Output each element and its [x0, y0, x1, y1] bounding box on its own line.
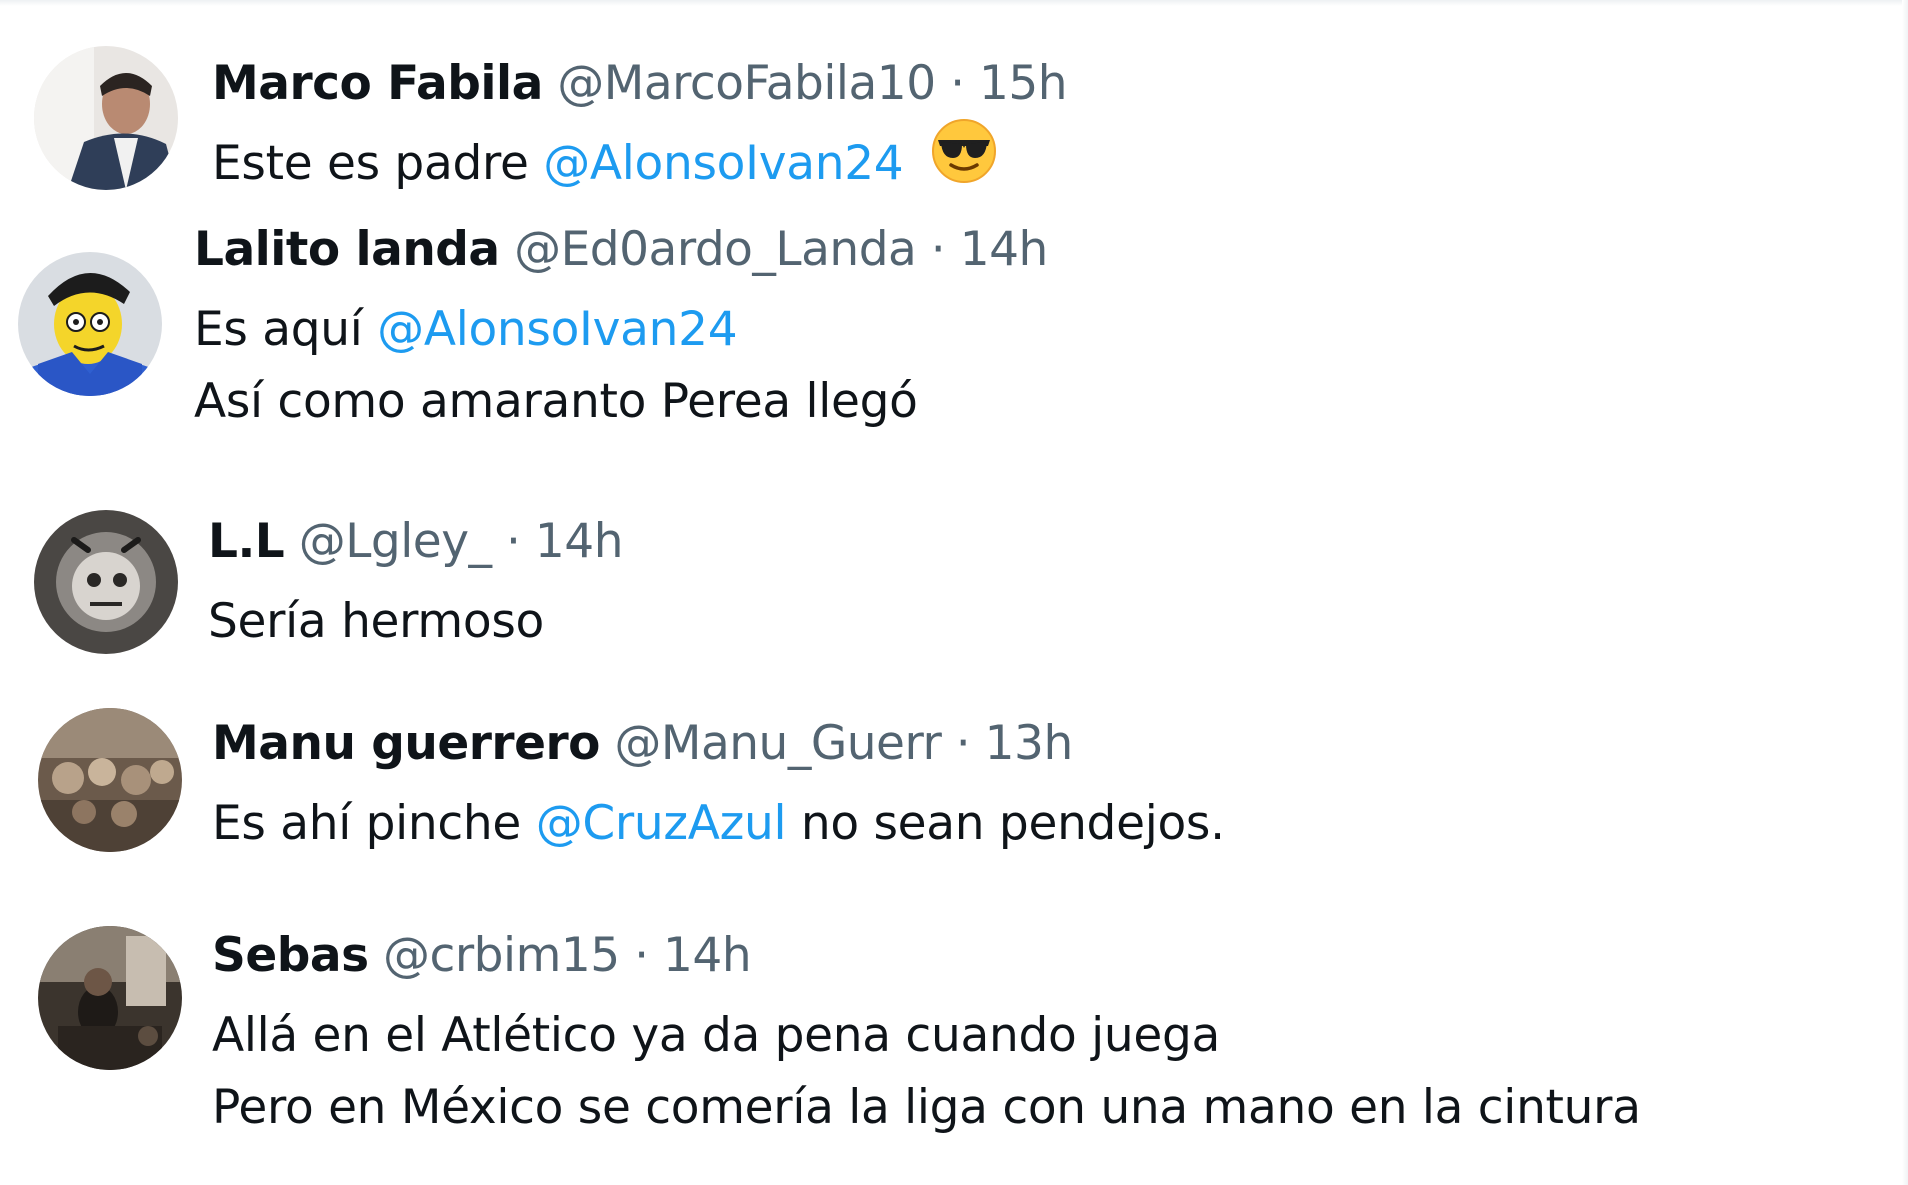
avatar[interactable] — [34, 46, 178, 190]
reply-item[interactable]: Sebas @crbim15 · 14h Allá en el Atlético… — [0, 890, 1900, 1185]
separator-dot: · — [955, 716, 971, 771]
text-segment: Este es padre — [212, 136, 544, 191]
user-handle[interactable]: @Lgley_ — [299, 514, 492, 569]
reply-text: Es aquí @AlonsoIvan24 Así como amaranto … — [194, 294, 918, 438]
avatar[interactable] — [34, 510, 178, 654]
reply-header: L.L @Lgley_ · 14h — [208, 514, 623, 570]
reply-text-line: Sería hermoso — [208, 594, 544, 649]
timestamp[interactable]: 13h — [985, 716, 1074, 771]
avatar[interactable] — [38, 926, 182, 1070]
sunglasses-emoji-icon — [931, 118, 997, 205]
reply-text-line: Allá en el Atlético ya da pena cuando ju… — [212, 1008, 1220, 1063]
reply-text-line: Es ahí pinche @CruzAzul no sean pendejos… — [212, 788, 1225, 860]
avatar[interactable] — [38, 708, 182, 852]
timestamp[interactable]: 15h — [979, 56, 1068, 111]
text-segment: no sean pendejos. — [786, 796, 1225, 851]
reply-item[interactable]: Marco Fabila @MarcoFabila10 · 15h Este e… — [0, 0, 1900, 200]
reply-text-line: Pero en México se comería la liga con un… — [212, 1080, 1641, 1135]
display-name[interactable]: Lalito landa — [194, 222, 500, 277]
user-handle[interactable]: @crbim15 — [383, 928, 620, 983]
display-name[interactable]: Marco Fabila — [212, 56, 543, 111]
reply-text-line: Así como amaranto Perea llegó — [194, 374, 918, 429]
display-name[interactable]: Manu guerrero — [212, 716, 600, 771]
reply-header: Manu guerrero @Manu_Guerr · 13h — [212, 716, 1073, 772]
reply-header: Lalito landa @Ed0ardo_Landa · 14h — [194, 222, 1048, 278]
mention-link[interactable]: @AlonsoIvan24 — [543, 136, 903, 191]
separator-dot: · — [930, 222, 946, 277]
timestamp[interactable]: 14h — [535, 514, 624, 569]
reply-text: Este es padre @AlonsoIvan24 — [212, 119, 997, 205]
reply-header: Sebas @crbim15 · 14h — [212, 928, 752, 984]
reply-header: Marco Fabila @MarcoFabila10 · 15h — [212, 56, 1068, 112]
reply-item[interactable]: Manu guerrero @Manu_Guerr · 13h Es ahí p… — [0, 680, 1900, 890]
avatar[interactable] — [18, 252, 162, 396]
user-handle[interactable]: @Ed0ardo_Landa — [514, 222, 917, 277]
reply-text: Allá en el Atlético ya da pena cuando ju… — [212, 1000, 1641, 1144]
timestamp[interactable]: 14h — [960, 222, 1049, 277]
mention-link[interactable]: @AlonsoIvan24 — [377, 302, 737, 357]
separator-dot: · — [505, 514, 521, 569]
separator-dot: · — [950, 56, 965, 111]
display-name[interactable]: L.L — [208, 514, 285, 569]
user-handle[interactable]: @Manu_Guerr — [614, 716, 941, 771]
reply-item[interactable]: L.L @Lgley_ · 14h Sería hermoso — [0, 480, 1900, 680]
user-handle[interactable]: @MarcoFabila10 — [557, 56, 936, 111]
display-name[interactable]: Sebas — [212, 928, 369, 983]
reply-text-line: Este es padre @AlonsoIvan24 — [212, 119, 997, 205]
reply-text: Es ahí pinche @CruzAzul no sean pendejos… — [212, 788, 1225, 860]
reply-item[interactable]: Lalito landa @Ed0ardo_Landa · 14h Es aqu… — [0, 200, 1900, 480]
reply-text: Sería hermoso — [208, 586, 544, 658]
right-edge-shadow — [1902, 0, 1908, 1185]
text-segment: Es ahí pinche — [212, 796, 536, 851]
reply-text-line: Es aquí @AlonsoIvan24 — [194, 294, 918, 366]
separator-dot: · — [634, 928, 649, 983]
timestamp[interactable]: 14h — [663, 928, 752, 983]
text-segment: Es aquí — [194, 302, 378, 357]
mention-link[interactable]: @CruzAzul — [536, 796, 787, 851]
